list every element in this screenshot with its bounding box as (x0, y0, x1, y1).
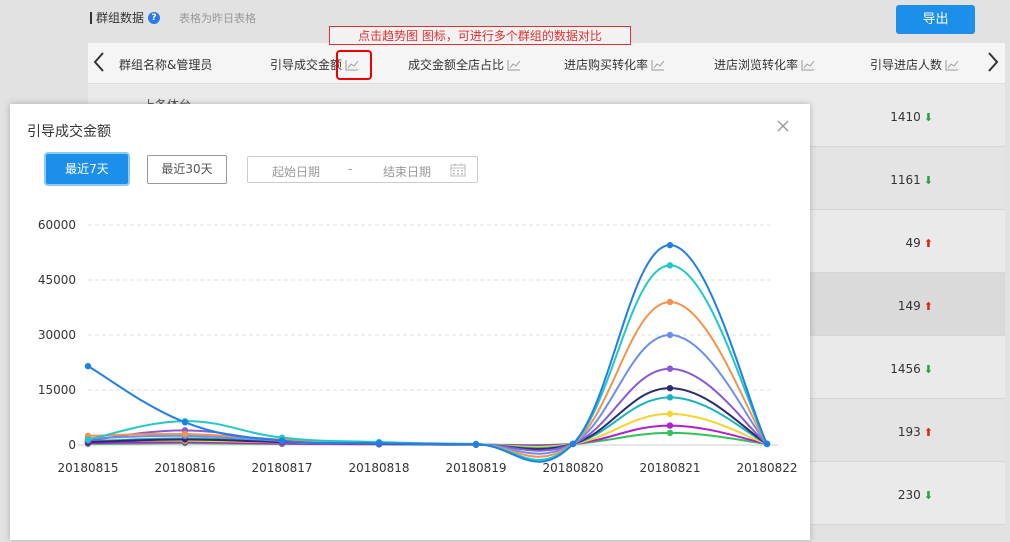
data-point (472, 441, 480, 448)
data-point (569, 440, 577, 448)
trend-up-icon: ⬆ (923, 299, 933, 313)
x-tick-label: 20180817 (251, 461, 312, 475)
trend-down-icon: ⬇ (923, 110, 933, 124)
data-point (666, 410, 674, 418)
data-point (666, 262, 674, 269)
x-tick-label: 20180816 (154, 461, 215, 475)
data-point (84, 436, 92, 443)
data-point (666, 331, 674, 339)
data-point (666, 384, 674, 392)
y-tick-label: 0 (68, 438, 76, 452)
data-point (666, 394, 674, 401)
table-header: 群组名称&管理员 引导成交金额 成交金额全店占比 进店购买转化率 进店浏览转化率… (88, 43, 1005, 84)
prev-arrow-icon[interactable] (90, 47, 108, 77)
visitors-cell: 149 ⬆ (897, 299, 933, 313)
trend-modal: 引导成交金额 最近7天 最近30天 起始日期 - 结束日期 0 15000 3000… (10, 104, 810, 540)
data-point (666, 422, 674, 429)
data-point (181, 430, 189, 438)
visitors-cell: 1410 ⬇ (890, 110, 933, 124)
x-tick-label: 20180821 (639, 461, 700, 475)
section-title-text: 群组数据 (96, 11, 145, 25)
data-point (666, 429, 674, 437)
col-group-name: 群组名称&管理员 (119, 58, 213, 72)
trend-chart-icon[interactable] (945, 59, 959, 71)
section-title: 群组数据 ? (90, 9, 161, 26)
y-tick-label: 60000 (38, 218, 76, 232)
data-point (666, 298, 674, 306)
series-line (87, 244, 768, 463)
annotation-callout: 点击趋势图 图标，可进行多个群组的数据对比 (329, 26, 631, 45)
col-guide-visitors: 引导进店人数 (870, 56, 959, 73)
y-tick-label: 30000 (38, 328, 76, 342)
trend-line-chart: 0 15000 30000 45000 60000 20180815 20180816 201… (38, 218, 798, 475)
trend-down-icon: ⬇ (923, 488, 933, 502)
y-tick-label: 45000 (38, 273, 76, 287)
y-tick-label: 15000 (38, 383, 76, 397)
col-buy-conversion: 进店购买转化率 (564, 56, 665, 73)
export-button[interactable]: 导出 (896, 5, 975, 34)
trend-chart-icon[interactable] (507, 59, 521, 71)
col-amount-ratio: 成交金额全店占比 (408, 56, 521, 73)
visitors-cell: 1456 ⬇ (890, 362, 933, 376)
help-icon[interactable]: ? (148, 11, 161, 24)
data-point (278, 437, 286, 444)
data-point (375, 439, 383, 447)
visitors-cell: 193 ⬆ (897, 425, 933, 439)
series-line (87, 333, 768, 455)
trend-down-icon: ⬇ (923, 362, 933, 376)
data-point (666, 241, 674, 249)
data-point (763, 440, 771, 448)
trend-up-icon: ⬆ (923, 425, 933, 439)
trend-chart-icon[interactable] (801, 59, 815, 71)
data-point (84, 362, 92, 370)
visitors-cell: 1161 ⬇ (890, 173, 933, 187)
data-point (181, 419, 189, 426)
next-arrow-icon[interactable] (984, 47, 1002, 77)
highlight-box (336, 50, 372, 80)
x-tick-label: 20180818 (348, 461, 409, 475)
x-tick-label: 20180815 (57, 461, 118, 475)
data-point (666, 365, 674, 372)
x-tick-label: 20180819 (445, 461, 506, 475)
trend-chart-icon[interactable] (651, 59, 665, 71)
visitors-cell: 49 ⬆ (905, 236, 934, 250)
title-bar (90, 11, 92, 24)
trend-down-icon: ⬇ (923, 173, 933, 187)
x-tick-label: 20180820 (542, 461, 603, 475)
trend-up-icon: ⬆ (923, 236, 933, 250)
section-subtitle: 表格为昨日表格 (179, 12, 256, 25)
col-browse-conversion: 进店浏览转化率 (714, 56, 815, 73)
x-tick-label: 20180822 (736, 461, 797, 475)
visitors-cell: 230 ⬇ (897, 488, 933, 502)
